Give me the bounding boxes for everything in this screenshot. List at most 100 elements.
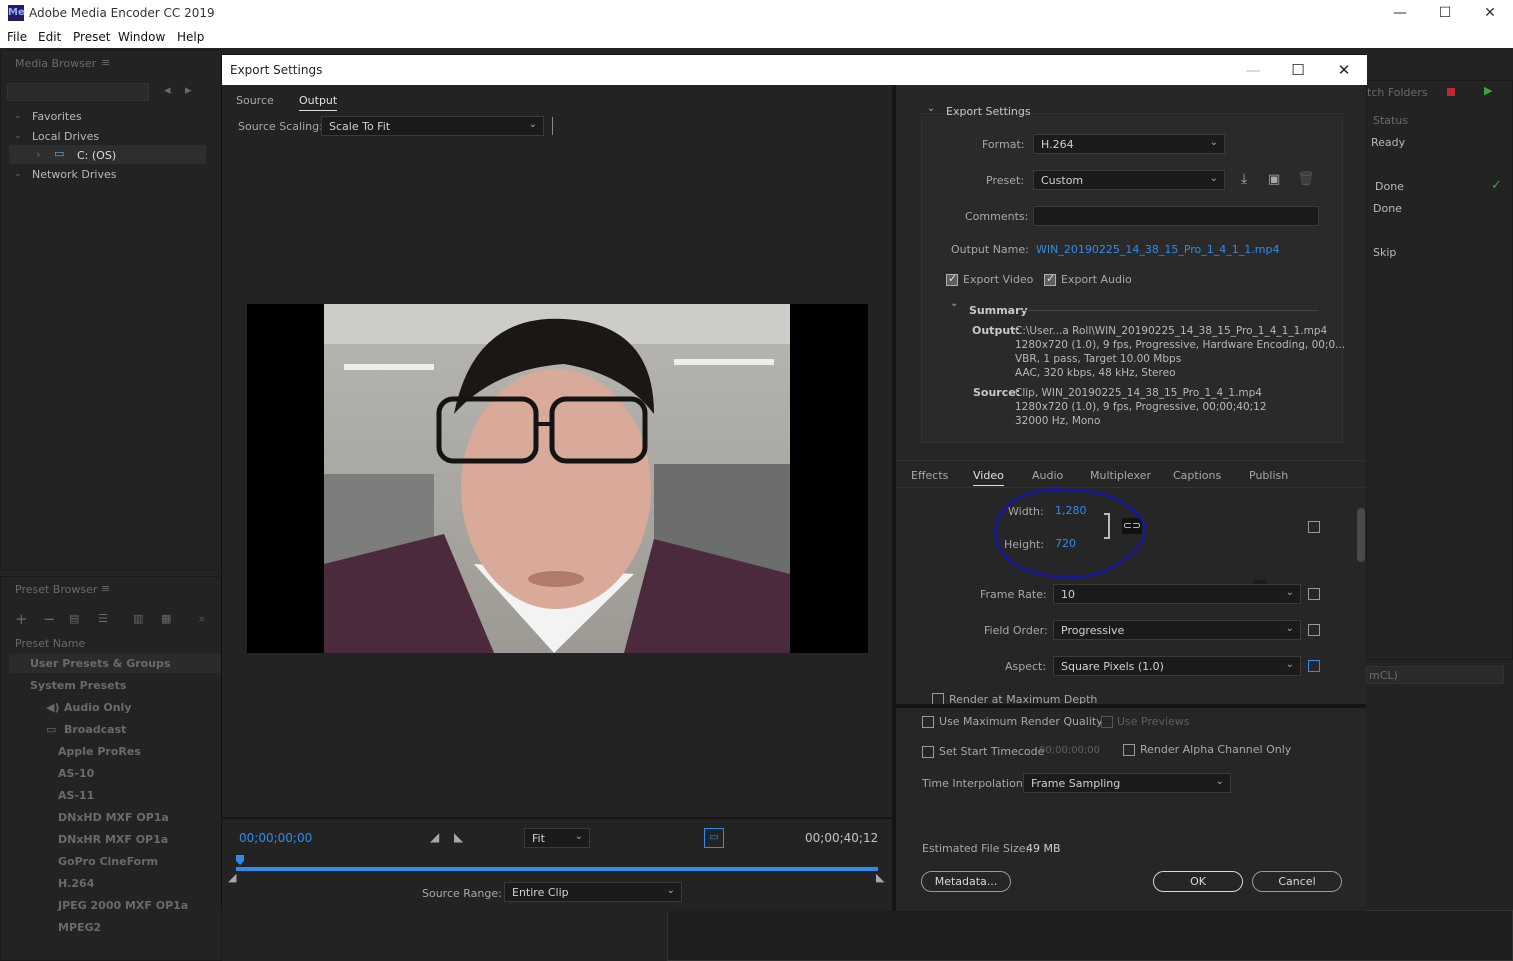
set-start-timecode-label[interactable]: Set Start Timecode xyxy=(939,745,1044,758)
preset-item[interactable]: AS-10 xyxy=(58,767,94,780)
status-header[interactable]: Status xyxy=(1373,114,1408,127)
preset-item[interactable]: H.264 xyxy=(58,877,94,890)
tab-captions[interactable]: Captions xyxy=(1173,469,1221,482)
summary-header[interactable]: Summary xyxy=(969,304,1028,317)
tab-video[interactable]: Video xyxy=(973,469,1004,486)
remove-preset-icon[interactable]: − xyxy=(43,610,56,628)
cancel-button[interactable]: Cancel xyxy=(1252,871,1342,892)
tab-publish[interactable]: Publish xyxy=(1249,469,1288,482)
menu-preset[interactable]: Preset xyxy=(73,30,110,44)
add-preset-icon[interactable]: + xyxy=(15,610,28,628)
start-timecode-value[interactable]: 00;00;00;00 xyxy=(1039,745,1100,756)
field-order-match-checkbox[interactable] xyxy=(1308,624,1320,636)
preset-name-header[interactable]: Preset Name xyxy=(15,637,85,650)
export-audio-checkbox[interactable] xyxy=(1044,272,1056,286)
aspect-match-checkbox[interactable] xyxy=(1308,660,1320,672)
stop-icon[interactable] xyxy=(1447,88,1455,96)
system-presets-label[interactable]: System Presets xyxy=(30,679,126,692)
chevron-down-icon[interactable]: ⌄ xyxy=(14,131,22,141)
playhead-icon[interactable] xyxy=(236,855,244,865)
export-icon[interactable]: ▦ xyxy=(161,612,171,625)
field-order-dropdown[interactable]: Progressive ⌄ xyxy=(1053,620,1301,640)
tree-local-drives[interactable]: Local Drives xyxy=(32,130,99,143)
preset-item[interactable]: AS-11 xyxy=(58,789,94,802)
settings-icon[interactable]: ☰ xyxy=(98,612,108,625)
ok-button[interactable]: OK xyxy=(1153,871,1243,892)
match-source-checkbox[interactable] xyxy=(1308,521,1320,533)
source-scaling-dropdown[interactable]: Scale To Fit ⌄ xyxy=(321,116,544,136)
panel-menu-icon[interactable]: ≡ xyxy=(101,56,110,69)
menu-file[interactable]: File xyxy=(7,30,27,44)
maximize-icon[interactable]: ☐ xyxy=(1275,55,1321,85)
tab-multiplexer[interactable]: Multiplexer xyxy=(1090,469,1151,482)
location-dropdown[interactable] xyxy=(7,83,149,101)
forward-arrow-icon[interactable]: ▸ xyxy=(185,83,192,98)
time-interpolation-dropdown[interactable]: Frame Sampling ⌄ xyxy=(1023,773,1231,793)
renderer-dropdown[interactable]: mCL) xyxy=(1366,666,1504,684)
menu-window[interactable]: Window xyxy=(118,30,165,44)
chevron-down-icon[interactable]: ⌄ xyxy=(950,298,958,309)
comments-input[interactable] xyxy=(1033,206,1319,226)
tree-network-drives[interactable]: Network Drives xyxy=(32,168,116,181)
set-out-point-icon[interactable]: ◣ xyxy=(454,830,463,844)
source-range-dropdown[interactable]: Entire Clip ⌄ xyxy=(504,882,682,902)
tab-output[interactable]: Output xyxy=(299,94,338,111)
use-previews-label[interactable]: Use Previews xyxy=(1117,715,1190,728)
set-start-timecode-checkbox[interactable] xyxy=(922,746,934,758)
out-point-marker-icon[interactable]: ◣ xyxy=(876,871,884,884)
close-icon[interactable]: ✕ xyxy=(1321,55,1367,85)
minimize-icon[interactable]: — xyxy=(1230,55,1276,85)
aspect-ratio-correction-icon[interactable]: ▭ xyxy=(704,828,724,848)
search-icon[interactable]: ⌕ xyxy=(199,612,205,626)
export-settings-header[interactable]: Export Settings xyxy=(946,105,1031,118)
preset-dropdown[interactable]: Custom ⌄ xyxy=(1033,170,1225,190)
export-video-checkbox[interactable] xyxy=(946,272,958,286)
back-arrow-icon[interactable]: ◂ xyxy=(164,83,171,98)
chevron-down-icon[interactable]: ⌄ xyxy=(14,111,22,121)
new-group-icon[interactable]: ▤ xyxy=(69,612,79,625)
preset-item[interactable]: DNxHR MXF OP1a xyxy=(58,833,168,846)
maximize-icon[interactable]: ☐ xyxy=(1422,0,1468,27)
tab-effects[interactable]: Effects xyxy=(911,469,948,482)
tab-audio[interactable]: Audio xyxy=(1032,469,1063,482)
chevron-right-icon[interactable]: › xyxy=(36,148,40,161)
use-max-render-quality-checkbox[interactable] xyxy=(922,716,934,728)
preset-broadcast[interactable]: Broadcast xyxy=(64,723,126,736)
start-queue-icon[interactable]: ▶ xyxy=(1484,84,1492,97)
preset-item[interactable]: MPEG2 xyxy=(58,921,101,934)
import-icon[interactable]: ▥ xyxy=(133,612,143,625)
timeline-range-bar[interactable] xyxy=(236,867,878,871)
preset-item[interactable]: DNxHD MXF OP1a xyxy=(58,811,169,824)
metadata-button[interactable]: Metadata... xyxy=(921,871,1011,892)
tree-favorites[interactable]: Favorites xyxy=(32,110,82,123)
render-alpha-checkbox[interactable] xyxy=(1123,744,1135,756)
use-previews-checkbox[interactable] xyxy=(1101,716,1113,728)
aspect-dropdown[interactable]: Square Pixels (1.0) ⌄ xyxy=(1053,656,1301,676)
export-video-label[interactable]: Export Video xyxy=(963,273,1033,286)
save-preset-icon[interactable]: ⤓ xyxy=(1241,171,1247,187)
chevron-down-icon[interactable]: ⌄ xyxy=(14,169,22,179)
format-dropdown[interactable]: H.264 ⌄ xyxy=(1033,134,1225,154)
frame-rate-match-checkbox[interactable] xyxy=(1308,588,1320,600)
delete-preset-icon[interactable]: 🗑 xyxy=(1297,171,1315,187)
minimize-icon[interactable]: — xyxy=(1377,0,1423,27)
chevron-down-icon[interactable]: ⌄ xyxy=(927,103,935,114)
close-icon[interactable]: ✕ xyxy=(1467,0,1513,27)
watch-folders-label[interactable]: tch Folders xyxy=(1367,86,1428,99)
render-alpha-label[interactable]: Render Alpha Channel Only xyxy=(1140,743,1291,756)
use-max-render-quality-label[interactable]: Use Maximum Render Quality xyxy=(939,715,1103,728)
output-name-link[interactable]: WIN_20190225_14_38_15_Pro_1_4_1_1.mp4 xyxy=(1036,243,1279,256)
preset-item[interactable]: GoPro CineForm xyxy=(58,855,158,868)
set-in-point-icon[interactable]: ◢ xyxy=(430,830,439,844)
preset-item[interactable]: Apple ProRes xyxy=(58,745,141,758)
menu-edit[interactable]: Edit xyxy=(38,30,61,44)
current-timecode[interactable]: 00;00;00;00 xyxy=(239,831,312,845)
preset-audio-only[interactable]: Audio Only xyxy=(64,701,132,714)
user-presets-label[interactable]: User Presets & Groups xyxy=(30,657,170,670)
menu-help[interactable]: Help xyxy=(177,30,204,44)
frame-rate-dropdown[interactable]: 10 ⌄ xyxy=(1053,584,1301,604)
scrollbar-thumb[interactable] xyxy=(1357,508,1365,562)
panel-menu-icon[interactable]: ≡ xyxy=(101,582,110,595)
zoom-dropdown[interactable]: Fit ⌄ xyxy=(524,828,590,848)
preset-item[interactable]: JPEG 2000 MXF OP1a xyxy=(58,899,188,912)
